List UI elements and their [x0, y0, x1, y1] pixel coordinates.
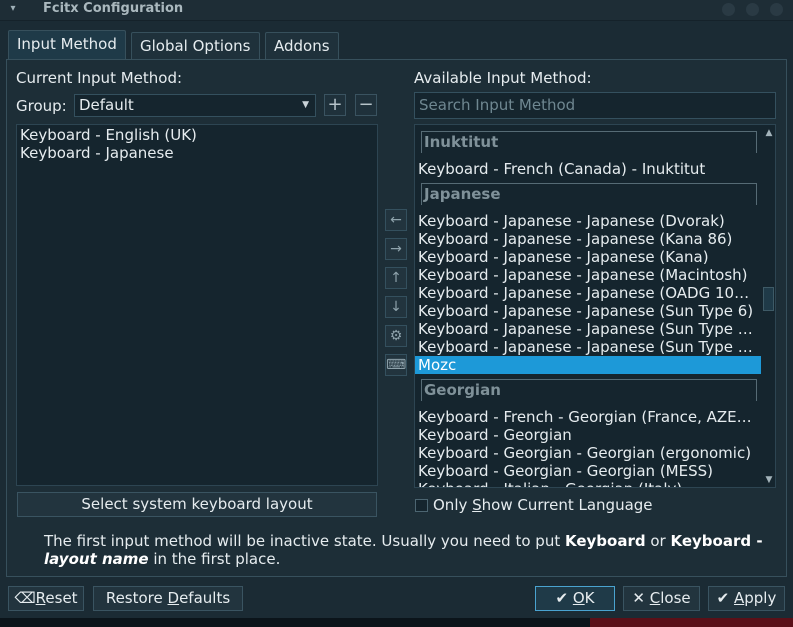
- remove-group-button[interactable]: −: [355, 94, 377, 116]
- btn-text: efaults: [179, 589, 231, 607]
- group-label: Group:: [16, 97, 67, 115]
- label-part: how Current Language: [481, 496, 653, 514]
- list-item[interactable]: Keyboard - Japanese - Japanese (Sun Type…: [418, 302, 758, 320]
- window-title: Fcitx Configuration: [43, 1, 184, 16]
- list-item[interactable]: Keyboard - Japanese - Japanese (Kana): [418, 248, 758, 266]
- arrow-right-icon[interactable]: →: [385, 238, 407, 260]
- reset-button[interactable]: ⌫Reset: [8, 586, 84, 611]
- chevron-down-icon: ▼: [302, 100, 309, 110]
- restore-defaults-button[interactable]: Restore Defaults: [93, 586, 243, 611]
- group-header-georgian: Georgian: [421, 379, 757, 401]
- list-item[interactable]: Keyboard - Japanese - Japanese (Dvorak): [418, 212, 758, 230]
- btn-text: lose: [660, 589, 691, 607]
- info-part: in the first place.: [148, 550, 281, 568]
- list-item[interactable]: Keyboard - Japanese - Japanese (OADG 10…: [418, 284, 758, 302]
- arrow-left-icon[interactable]: ←: [385, 209, 407, 231]
- current-im-heading: Current Input Method:: [16, 69, 183, 87]
- btn-mnemonic: A: [733, 589, 745, 607]
- list-item[interactable]: Keyboard - English (UK): [20, 126, 197, 144]
- minimize-icon[interactable]: [722, 3, 735, 16]
- window-menu-icon[interactable]: ▾: [6, 2, 20, 16]
- info-text: The first input method will be inactive …: [44, 532, 774, 568]
- list-item[interactable]: Keyboard - Italian - Georgian (Italy): [418, 480, 758, 487]
- list-item[interactable]: Keyboard - French (Canada) - Inuktitut: [418, 160, 758, 178]
- only-current-language-label[interactable]: Only Show Current Language: [433, 496, 653, 514]
- arrow-up-icon[interactable]: ↑: [385, 267, 407, 289]
- ok-button[interactable]: ✔ OK: [535, 586, 615, 611]
- list-item[interactable]: Keyboard - Japanese: [20, 144, 174, 162]
- tab-input-method[interactable]: Input Method: [8, 30, 126, 60]
- list-item[interactable]: Keyboard - Japanese - Japanese (Sun Type…: [418, 338, 758, 356]
- apply-button[interactable]: ✔ Apply: [708, 586, 785, 611]
- list-item[interactable]: Keyboard - Georgian - Georgian (ergonomi…: [418, 444, 758, 462]
- group-header-japanese: Japanese: [421, 183, 757, 205]
- scroll-up-icon[interactable]: ▲: [764, 128, 774, 138]
- search-input[interactable]: Search Input Method: [414, 92, 776, 119]
- backspace-icon: ⌫: [14, 589, 36, 607]
- gear-icon[interactable]: ⚙: [385, 325, 407, 347]
- list-item[interactable]: Keyboard - Georgian - Georgian (MESS): [418, 462, 758, 480]
- maximize-icon[interactable]: [746, 3, 759, 16]
- label-mnemonic: S: [472, 496, 482, 514]
- list-item[interactable]: Keyboard - Georgian: [418, 426, 758, 444]
- available-im-list[interactable]: Inuktitut Keyboard - French (Canada) - I…: [414, 124, 776, 488]
- btn-text: K: [584, 589, 595, 607]
- group-select-value: Default: [79, 96, 134, 114]
- only-current-language-checkbox[interactable]: [415, 499, 428, 512]
- wallpaper-accent: [590, 618, 793, 627]
- info-part: The first input method will be inactive …: [44, 532, 565, 550]
- keyboard-icon[interactable]: ⌨: [385, 354, 407, 376]
- btn-text: eset: [45, 589, 78, 607]
- info-bold: Keyboard: [564, 532, 646, 550]
- btn-text: Restore: [105, 589, 168, 607]
- available-im-heading: Available Input Method:: [414, 69, 592, 87]
- tab-addons[interactable]: Addons: [265, 32, 339, 59]
- desktop-background: [0, 618, 793, 627]
- title-bar: ▾ Fcitx Configuration: [0, 0, 793, 21]
- info-bold-italic: layout name: [44, 550, 149, 568]
- x-icon: ✕: [632, 589, 650, 607]
- check-icon: ✔: [555, 589, 573, 607]
- list-item[interactable]: Keyboard - Japanese - Japanese (Sun Type…: [418, 320, 758, 338]
- scroll-down-icon[interactable]: ▼: [764, 475, 774, 485]
- btn-mnemonic: D: [167, 589, 180, 607]
- arrow-down-icon[interactable]: ↓: [385, 296, 407, 318]
- check-icon: ✔: [716, 589, 734, 607]
- list-item[interactable]: Keyboard - Japanese - Japanese (Kana 86): [418, 230, 758, 248]
- select-system-keyboard-layout-button[interactable]: Select system keyboard layout: [17, 492, 377, 517]
- btn-mnemonic: R: [35, 589, 46, 607]
- tab-global-options[interactable]: Global Options: [131, 32, 260, 59]
- btn-mnemonic: C: [649, 589, 661, 607]
- group-header-inuktitut: Inuktitut: [421, 131, 757, 153]
- list-item-selected[interactable]: Mozc: [415, 356, 761, 374]
- close-button[interactable]: ✕ Close: [623, 586, 700, 611]
- label-part: Only: [433, 496, 473, 514]
- info-bold: Keyboard -: [670, 532, 763, 550]
- btn-text: pply: [744, 589, 777, 607]
- info-part: or: [645, 532, 671, 550]
- list-item[interactable]: Keyboard - Japanese - Japanese (Macintos…: [418, 266, 758, 284]
- close-window-icon[interactable]: [770, 3, 783, 16]
- add-group-button[interactable]: +: [324, 94, 346, 116]
- list-item[interactable]: Keyboard - French - Georgian (France, AZ…: [418, 408, 758, 426]
- current-im-list[interactable]: Keyboard - English (UK) Keyboard - Japan…: [16, 124, 378, 486]
- vertical-scrollbar[interactable]: ▲ ▼: [762, 125, 775, 487]
- group-select[interactable]: Default ▼: [74, 94, 316, 117]
- btn-mnemonic: O: [572, 589, 585, 607]
- scroll-thumb[interactable]: [763, 287, 774, 311]
